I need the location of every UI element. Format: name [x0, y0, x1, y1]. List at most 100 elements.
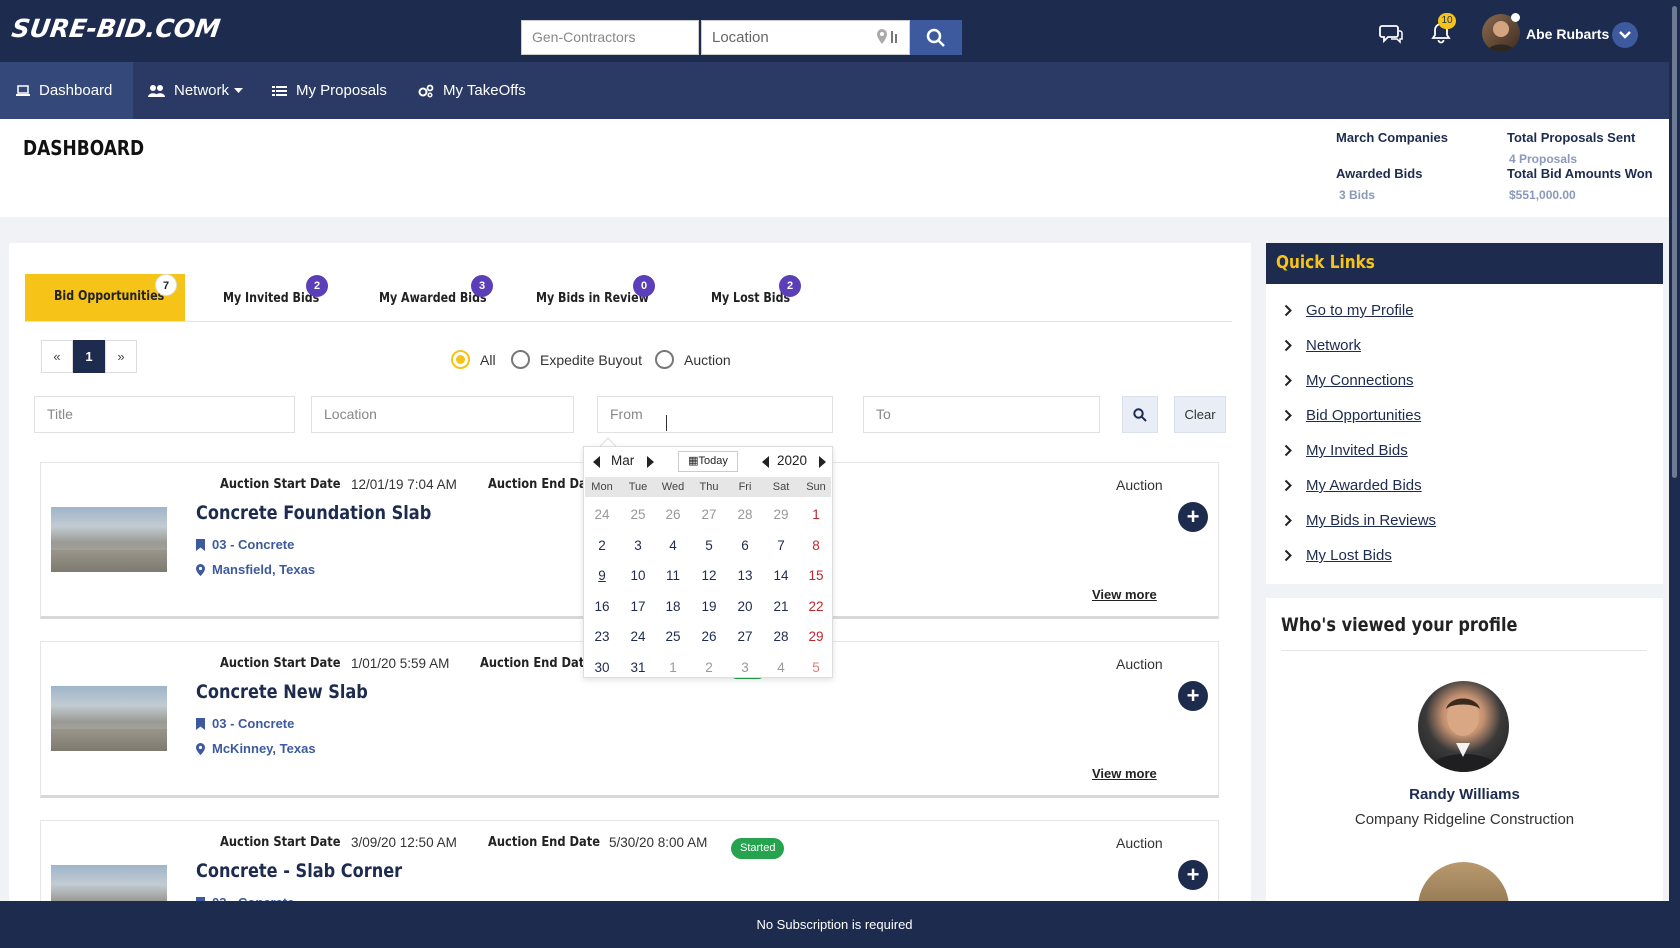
filter-radio-expedite-buyout[interactable]: Expedite Buyout: [511, 350, 642, 369]
calendar-day[interactable]: 4: [656, 531, 690, 560]
tab-my-invited-bids[interactable]: My Invited Bids: [223, 291, 319, 306]
calendar-day[interactable]: 10: [621, 561, 655, 590]
company-type-search-input[interactable]: Gen-Contractors: [521, 20, 699, 55]
quick-link-item[interactable]: My Bids in Reviews: [1284, 512, 1436, 529]
datepicker-year[interactable]: 2020: [777, 453, 807, 468]
calendar-day[interactable]: 4: [764, 653, 798, 682]
calendar-day[interactable]: 8: [799, 531, 833, 560]
calendar-day[interactable]: 28: [728, 500, 762, 529]
filter-radio-auction[interactable]: Auction: [655, 350, 731, 369]
viewer-avatar[interactable]: [1418, 681, 1509, 772]
add-bid-button[interactable]: +: [1178, 681, 1208, 711]
tab-my-awarded-bids[interactable]: My Awarded Bids: [379, 291, 487, 306]
pagination-next[interactable]: »: [105, 340, 137, 373]
scrollbar-thumb[interactable]: [1672, 6, 1677, 478]
nav-network[interactable]: Network: [148, 62, 244, 119]
listing-title[interactable]: Concrete - Slab Corner: [196, 860, 402, 882]
prev-month-icon[interactable]: [593, 456, 600, 468]
view-more-link[interactable]: View more: [1092, 766, 1157, 781]
calendar-day[interactable]: 2: [692, 653, 726, 682]
calendar-day[interactable]: 5: [692, 531, 726, 560]
nav-my-proposals[interactable]: My Proposals: [272, 62, 387, 119]
calendar-day[interactable]: 29: [764, 500, 798, 529]
clear-filters-button[interactable]: Clear: [1174, 396, 1226, 433]
calendar-day[interactable]: 31: [621, 653, 655, 682]
title-filter-input[interactable]: Title: [34, 396, 295, 433]
prev-year-icon[interactable]: [762, 456, 769, 468]
user-menu-toggle[interactable]: [1612, 22, 1638, 48]
add-bid-button[interactable]: +: [1178, 502, 1208, 532]
calendar-day[interactable]: 28: [764, 622, 798, 651]
calendar-day[interactable]: 17: [621, 592, 655, 621]
add-bid-button[interactable]: +: [1178, 860, 1208, 890]
quick-link-item[interactable]: My Lost Bids: [1284, 547, 1392, 564]
calendar-day[interactable]: 7: [764, 531, 798, 560]
listing-title[interactable]: Concrete New Slab: [196, 681, 368, 703]
calendar-day[interactable]: 9: [585, 561, 619, 590]
calendar-day[interactable]: 6: [728, 531, 762, 560]
listing-title[interactable]: Concrete Foundation Slab: [196, 502, 431, 524]
calendar-day[interactable]: 16: [585, 592, 619, 621]
calendar-day[interactable]: 27: [728, 622, 762, 651]
calendar-day[interactable]: 27: [692, 500, 726, 529]
pagination-prev[interactable]: «: [41, 340, 73, 373]
tab-my-lost-bids[interactable]: My Lost Bids: [711, 291, 790, 306]
quick-link-item[interactable]: Bid Opportunities: [1284, 407, 1421, 424]
calendar-day[interactable]: 3: [621, 531, 655, 560]
tab-bid-opportunities[interactable]: Bid Opportunities: [54, 289, 164, 304]
datepicker-month[interactable]: Mar: [611, 453, 634, 468]
calendar-day[interactable]: 21: [764, 592, 798, 621]
filter-radio-all[interactable]: All: [451, 350, 496, 369]
quick-link-item[interactable]: Go to my Profile: [1284, 302, 1414, 319]
nav-dashboard[interactable]: Dashboard: [0, 62, 133, 119]
calendar-day[interactable]: 18: [656, 592, 690, 621]
calendar-day[interactable]: 13: [728, 561, 762, 590]
filter-search-button[interactable]: [1122, 396, 1158, 433]
quick-link-item[interactable]: Network: [1284, 337, 1361, 354]
calendar-day[interactable]: 25: [656, 622, 690, 651]
calendar-day[interactable]: 24: [621, 622, 655, 651]
calendar-day[interactable]: 26: [656, 500, 690, 529]
calendar-day[interactable]: 22: [799, 592, 833, 621]
viewer-name[interactable]: Randy Williams: [1266, 786, 1663, 803]
tab-my-bids-in-review[interactable]: My Bids in Review: [536, 291, 649, 306]
calendar-day[interactable]: 30: [585, 653, 619, 682]
calendar-day[interactable]: 12: [692, 561, 726, 590]
pagination-page[interactable]: 1: [73, 340, 105, 373]
from-date-input[interactable]: From: [597, 396, 833, 433]
calendar-day[interactable]: 2: [585, 531, 619, 560]
calendar-day[interactable]: 24: [585, 500, 619, 529]
calendar-day[interactable]: 20: [728, 592, 762, 621]
user-name[interactable]: Abe Rubarts: [1526, 26, 1609, 42]
header-search-button[interactable]: [910, 20, 962, 55]
quick-link-item[interactable]: My Invited Bids: [1284, 442, 1408, 459]
calendar-day[interactable]: 26: [692, 622, 726, 651]
calendar-day[interactable]: 5: [799, 653, 833, 682]
listing-thumbnail[interactable]: [51, 507, 167, 572]
calendar-day[interactable]: 23: [585, 622, 619, 651]
location-filter-input[interactable]: Location: [311, 396, 574, 433]
calendar-day[interactable]: 1: [799, 500, 833, 529]
next-month-icon[interactable]: [647, 456, 654, 468]
calendar-day[interactable]: 25: [621, 500, 655, 529]
site-logo[interactable]: SURE-BID.COM: [10, 14, 222, 43]
to-date-input[interactable]: To: [863, 396, 1100, 433]
calendar-day[interactable]: 29: [799, 622, 833, 651]
quick-link-item[interactable]: My Connections: [1284, 372, 1414, 389]
calendar-day[interactable]: 3: [728, 653, 762, 682]
calendar-day[interactable]: 11: [656, 561, 690, 590]
calendar-day[interactable]: 1: [656, 653, 690, 682]
quick-link-item[interactable]: My Awarded Bids: [1284, 477, 1422, 494]
text-cursor: [666, 415, 672, 431]
calendar-day[interactable]: 19: [692, 592, 726, 621]
datepicker-today-button[interactable]: ▦Today: [678, 451, 738, 472]
nav-my-takeoffs[interactable]: My TakeOffs: [418, 62, 526, 119]
calendar-day[interactable]: 15: [799, 561, 833, 590]
listing-thumbnail[interactable]: [51, 686, 167, 751]
view-more-link[interactable]: View more: [1092, 587, 1157, 602]
calendar-day[interactable]: 14: [764, 561, 798, 590]
location-pin-icon[interactable]: [876, 28, 900, 50]
listing-type: Auction: [1116, 656, 1163, 672]
chat-icon[interactable]: [1379, 24, 1403, 49]
next-year-icon[interactable]: [819, 456, 826, 468]
